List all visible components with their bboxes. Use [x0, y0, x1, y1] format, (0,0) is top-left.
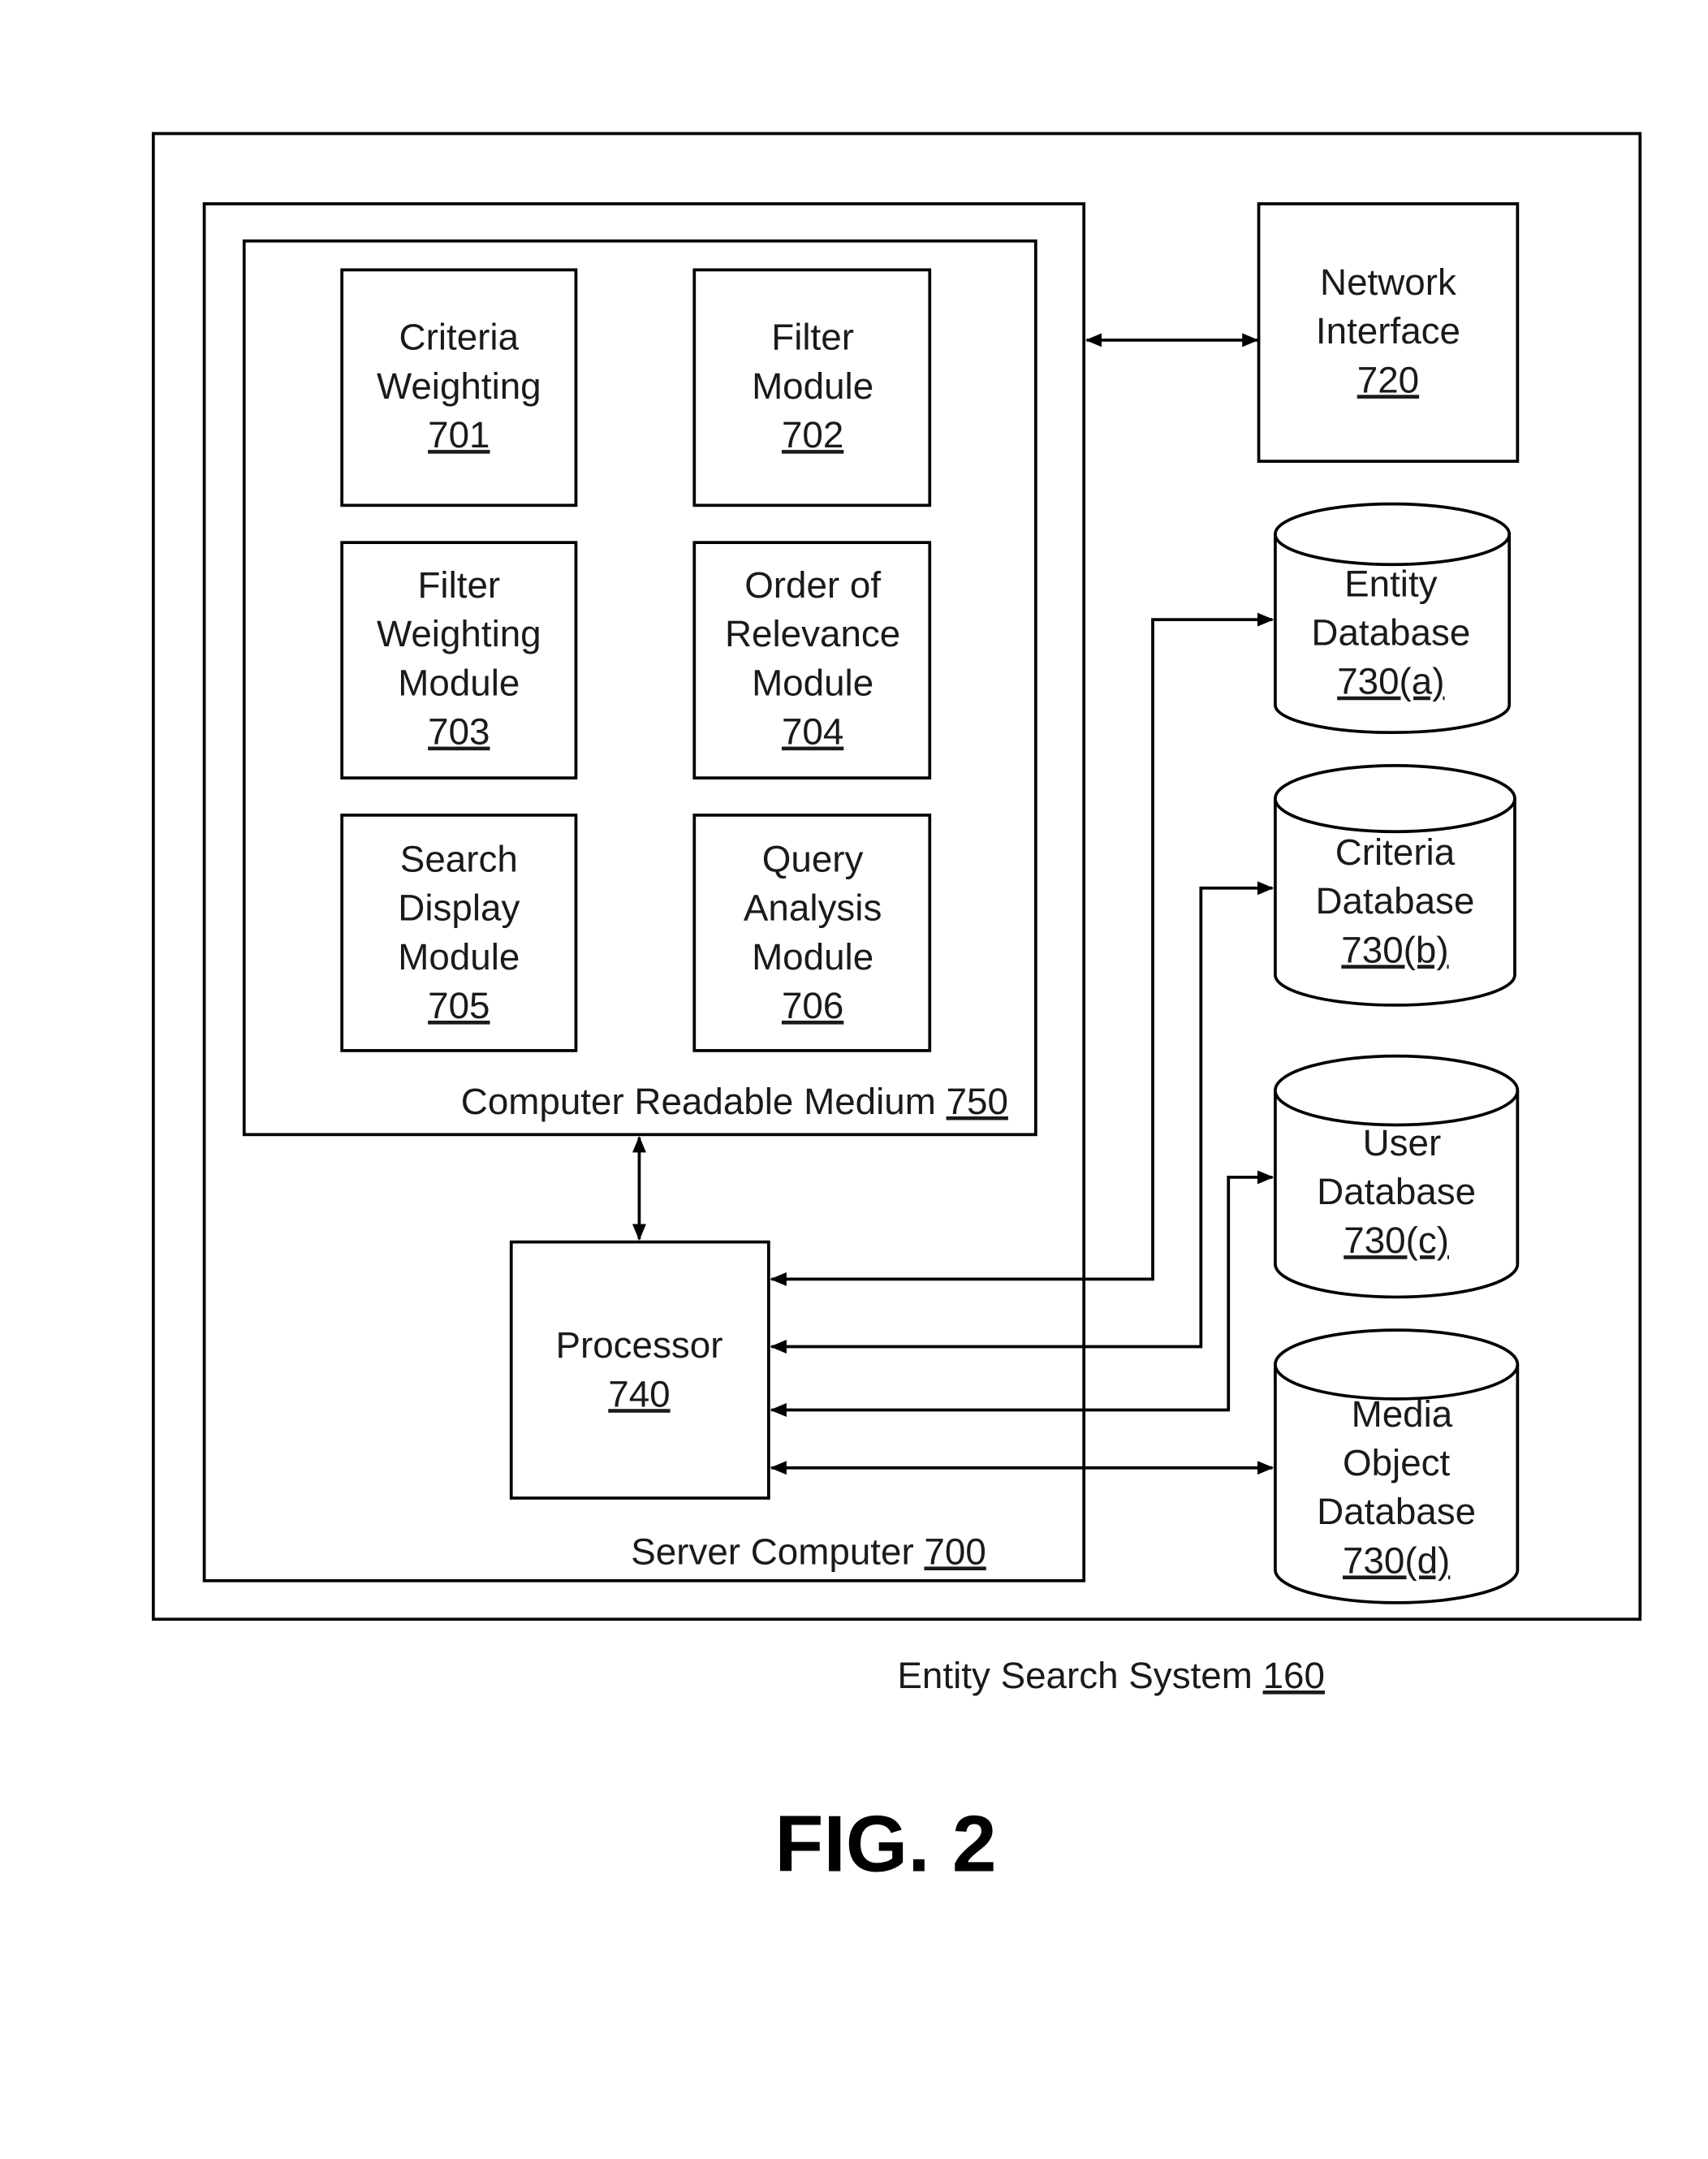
module-label: Relevance — [725, 613, 900, 654]
database-730d: Media Object Database 730(d) — [1274, 1328, 1520, 1604]
medium-name: Computer Readable Medium — [461, 1081, 936, 1122]
module-label: Order of — [744, 564, 881, 606]
database-ref: 730(c) — [1344, 1220, 1449, 1261]
module-label: Query — [762, 838, 864, 879]
database-label: User — [1363, 1122, 1442, 1164]
database-label: Criteria — [1335, 831, 1456, 873]
module-label: Criteria — [399, 317, 520, 358]
module-label: Search — [400, 838, 518, 879]
network-interface-720: Network Interface 720 — [1257, 202, 1520, 463]
module-703: Filter Weighting Module 703 — [340, 541, 578, 779]
network-interface-ref: 720 — [1357, 359, 1419, 400]
module-ref: 703 — [428, 711, 490, 753]
database-label: Database — [1315, 880, 1474, 922]
module-702: Filter Module 702 — [692, 268, 932, 507]
module-label: Module — [398, 936, 520, 978]
medium-ref: 750 — [947, 1081, 1008, 1122]
database-label: Object — [1343, 1442, 1451, 1483]
system-ref: 160 — [1263, 1655, 1325, 1696]
module-ref: 701 — [428, 414, 490, 456]
module-ref: 702 — [782, 414, 843, 456]
module-label: Weighting — [377, 365, 541, 407]
module-label: Analysis — [744, 887, 882, 929]
system-label: Entity Search System 160 — [897, 1655, 1325, 1696]
figure-label: FIG. 2 — [774, 1799, 996, 1889]
module-701: Criteria Weighting 701 — [340, 268, 578, 507]
module-label: Filter — [417, 564, 500, 606]
system-name: Entity Search System — [897, 1655, 1252, 1696]
database-label: Entity — [1344, 563, 1438, 604]
server-label: Server Computer 700 — [631, 1531, 986, 1572]
network-interface-label: Interface — [1316, 310, 1460, 352]
module-label: Filter — [771, 317, 854, 358]
module-label: Weighting — [377, 613, 541, 654]
database-ref: 730(d) — [1343, 1539, 1450, 1581]
server-name: Server Computer — [631, 1531, 913, 1572]
database-label: Database — [1311, 611, 1470, 653]
server-ref: 700 — [924, 1531, 986, 1572]
medium-label: Computer Readable Medium 750 — [461, 1081, 1008, 1122]
database-730b: Criteria Database 730(b) — [1274, 763, 1516, 1007]
processor-740: Processor 740 — [509, 1240, 770, 1500]
module-706: Query Analysis Module 706 — [692, 814, 932, 1052]
module-label: Module — [398, 662, 520, 703]
module-label: Module — [752, 662, 873, 703]
module-704: Order of Relevance Module 704 — [692, 541, 932, 779]
module-ref: 706 — [782, 985, 843, 1026]
module-ref: 705 — [428, 985, 490, 1026]
database-730c: User Database 730(c) — [1274, 1054, 1520, 1299]
database-ref: 730(a) — [1337, 661, 1444, 702]
processor-name: Processor — [555, 1324, 722, 1366]
entity-search-system-diagram: Criteria Weighting 701 Filter Module 702 Fil… — [151, 132, 1642, 1889]
processor-ref: 740 — [608, 1373, 670, 1414]
database-label: Media — [1352, 1393, 1453, 1435]
module-label: Module — [752, 936, 873, 978]
database-730a: Entity Database 730(a) — [1274, 502, 1512, 735]
module-ref: 704 — [782, 711, 843, 753]
database-label: Database — [1317, 1171, 1476, 1212]
module-705: Search Display Module 705 — [340, 814, 578, 1052]
database-label: Database — [1317, 1491, 1476, 1532]
database-ref: 730(b) — [1341, 929, 1448, 970]
network-interface-label: Network — [1320, 261, 1456, 303]
module-label: Module — [752, 365, 873, 407]
module-label: Display — [398, 887, 520, 929]
